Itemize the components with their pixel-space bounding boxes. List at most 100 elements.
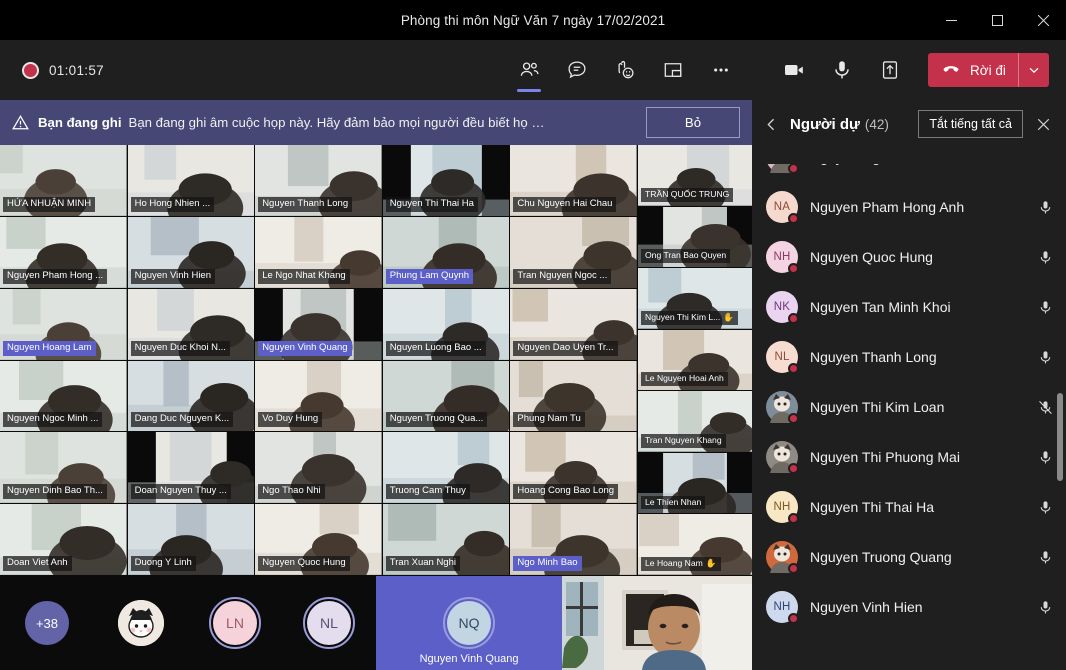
filmstrip-participant[interactable] (94, 576, 188, 670)
video-tile[interactable]: Nguyen Vinh Hien (127, 216, 255, 288)
video-tile[interactable]: Le Hoang Nam ✋ (638, 514, 752, 575)
video-tile[interactable]: Nguyen Dao Uyen Tr... (510, 288, 637, 360)
video-tile[interactable]: Phung Lam Quynh (382, 216, 510, 288)
video-tile[interactable]: Vo Duy Hung (255, 360, 382, 432)
participant-row[interactable]: Nguyen Truong Quang (752, 532, 1066, 582)
share-tray-button[interactable] (866, 47, 914, 93)
reactions-button[interactable] (601, 47, 649, 93)
participant-name-label: Hoang Cong Bao Long (513, 484, 619, 500)
video-tile[interactable]: Ngo Thao Nhi (255, 432, 382, 504)
video-tile[interactable]: Nguyen Quoc Hung (255, 504, 382, 575)
close-icon[interactable] (1030, 110, 1056, 138)
participant-row[interactable]: NH Nguyen Thi Thai Ha (752, 482, 1066, 532)
filmstrip-participant[interactable]: NL (282, 576, 376, 670)
leave-meeting-button[interactable]: Rời đi (928, 53, 1049, 87)
microphone-icon[interactable] (1037, 299, 1054, 316)
participant-row[interactable]: NK Nguyen Tan Minh Khoi (752, 282, 1066, 332)
minimize-button[interactable] (928, 0, 974, 40)
video-tile[interactable]: Duong Y Linh (127, 504, 255, 575)
microphone-icon[interactable] (1037, 349, 1054, 366)
video-tile[interactable]: Nguyen Dinh Bao Th... (0, 432, 127, 504)
microphone-icon[interactable] (1037, 599, 1054, 616)
filmstrip-active-speaker[interactable]: NQ Nguyen Vinh Quang (376, 576, 562, 670)
video-tile[interactable]: Ho Hong Nhien ... (127, 145, 255, 216)
video-tile[interactable]: Nguyen Thi Thai Ha (382, 145, 510, 216)
show-chat-button[interactable] (553, 47, 601, 93)
close-button[interactable] (1020, 0, 1066, 40)
video-tile[interactable]: Doan Nguyen Thuy ... (127, 432, 255, 504)
video-tile[interactable]: TRẦN QUỐC TRUNG (638, 145, 752, 206)
video-tile[interactable]: HỨA NHUẬN MINH (0, 145, 127, 216)
video-tile[interactable]: Le Nguyen Hoai Anh (638, 329, 752, 391)
toggle-camera-button[interactable] (770, 47, 818, 93)
participant-row[interactable]: NA Nguyen Pham Hong Anh (752, 182, 1066, 232)
active-tab-indicator (517, 89, 541, 92)
show-participants-button[interactable] (505, 47, 553, 93)
video-tile[interactable]: Le Thien Nhan (638, 452, 752, 514)
participant-name-label: Nguyen Dinh Bao Th... (3, 484, 107, 500)
participant-row[interactable]: Nguyen Thi Kim Loan (752, 382, 1066, 432)
video-tile[interactable]: Tran Xuan Nghi (382, 504, 510, 575)
microphone-icon[interactable] (1037, 249, 1054, 266)
video-tile[interactable]: Phung Nam Tu (510, 360, 637, 432)
participant-name-label: Nguyen Duc Khoi N... (130, 340, 230, 356)
video-tile[interactable]: Hoang Cong Bao Long (510, 432, 637, 504)
video-tile[interactable]: Le Ngo Nhat Khang (255, 216, 382, 288)
video-tile[interactable]: Nguyen Ngoc Minh ... (0, 360, 127, 432)
window-controls (928, 0, 1066, 40)
presence-badge (788, 263, 799, 274)
video-tile[interactable]: Truong Cam Thuy (382, 432, 510, 504)
microphone-icon[interactable] (1037, 549, 1054, 566)
participants-scrollbar[interactable] (1057, 393, 1063, 481)
filmstrip-participant[interactable]: LN (188, 576, 282, 670)
video-tile[interactable]: Ngo Minh Bao (510, 504, 637, 575)
participant-name-label: TRẦN QUỐC TRUNG (641, 187, 734, 202)
chevron-left-icon[interactable] (764, 117, 782, 132)
microphone-icon[interactable] (1037, 199, 1054, 216)
video-tile[interactable]: Nguyen Pham Hong ... (0, 216, 127, 288)
participant-name-label: Nguyen Vinh Quang (258, 340, 352, 356)
avatar-initials: NL (307, 601, 351, 645)
record-dot-icon (22, 61, 39, 79)
video-tile[interactable]: Dang Duc Nguyen K... (127, 360, 255, 432)
participant-row[interactable]: Nguyen Thi Phuong Mai (752, 432, 1066, 482)
toggle-microphone-button[interactable] (818, 47, 866, 93)
mute-all-button[interactable]: Tắt tiếng tất cả (918, 110, 1023, 138)
participant-name-label: Nguyen Vinh Hien (130, 268, 215, 284)
video-tile[interactable]: Nguyen Hoang Lam (0, 288, 127, 360)
avatar: NH (766, 491, 799, 524)
filmstrip-overflow[interactable]: +38 (0, 576, 94, 670)
more-options-button[interactable] (697, 47, 745, 93)
video-tile[interactable]: Nguyen Truong Qua... (382, 360, 510, 432)
hangup-icon (941, 59, 961, 82)
avatar: NA (766, 191, 799, 224)
microphone-icon[interactable] (1037, 449, 1054, 466)
participant-row[interactable]: NL Nguyen Thanh Long (752, 332, 1066, 382)
video-tile[interactable]: Nguyen Luong Bao ... (382, 288, 510, 360)
microphone-icon[interactable] (1037, 499, 1054, 516)
participant-name-label: Vo Duy Hung (258, 412, 323, 428)
share-screen-button[interactable] (649, 47, 697, 93)
participant-row[interactable]: NH Nguyen Quoc Hung (752, 232, 1066, 282)
video-tile[interactable]: Tran Nguyen Ngoc ... (510, 216, 637, 288)
participant-name-label: Dang Duc Nguyen K... (130, 412, 234, 428)
video-tile[interactable]: Nguyen Duc Khoi N... (127, 288, 255, 360)
video-tile[interactable]: Doan Viet Anh (0, 504, 127, 575)
active-speaker-name: Nguyen Vinh Quang (419, 653, 519, 665)
dismiss-banner-button[interactable]: Bỏ (646, 107, 740, 138)
participant-name: Nguyen Truong Quang (810, 549, 952, 565)
participants-list[interactable]: Nguyen Ngoc Minh Chau NA Nguyen Pham Hon… (752, 148, 1066, 670)
filmstrip: +38 LN NL NQ Nguyen Vinh Quang (0, 576, 752, 670)
video-tile[interactable]: Ong Tran Bao Quyen (638, 206, 752, 268)
video-tile[interactable]: Tran Nguyen Khang (638, 391, 752, 452)
video-tile[interactable]: Chu Nguyen Hai Chau (510, 145, 637, 216)
maximize-button[interactable] (974, 0, 1020, 40)
video-tile[interactable]: Nguyen Vinh Quang (255, 288, 382, 360)
microphone-muted-icon[interactable] (1037, 399, 1054, 416)
video-tile[interactable]: Nguyen Thanh Long (255, 145, 382, 216)
video-tile[interactable]: Nguyen Thi Kim L... ✋ (638, 268, 752, 329)
avatar (766, 541, 799, 574)
self-video-tile[interactable] (562, 576, 752, 670)
leave-options-caret[interactable] (1019, 53, 1049, 87)
participant-row[interactable]: NH Nguyen Vinh Hien (752, 582, 1066, 632)
